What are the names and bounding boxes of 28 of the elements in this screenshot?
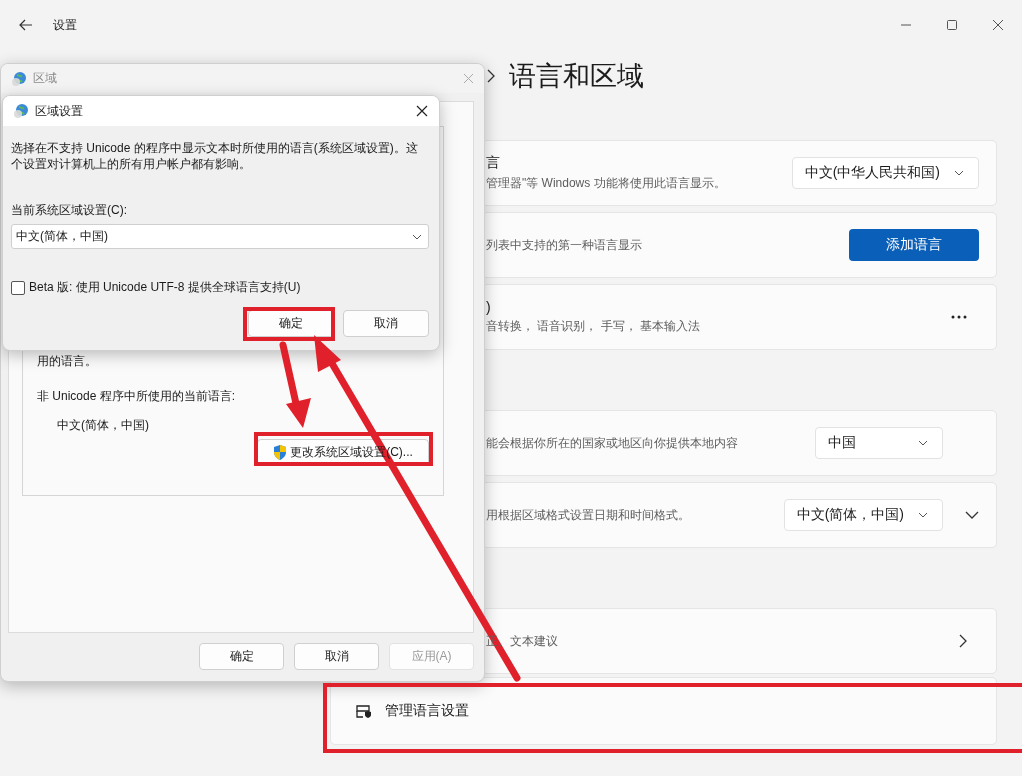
dialog-button[interactable]: 取消 [343, 310, 429, 337]
setting-title: 言 [486, 154, 501, 172]
checkbox-label: Beta 版: 使用 Unicode UTF-8 提供全球语言支持(U) [29, 279, 301, 296]
dropdown[interactable]: 中国 [815, 427, 943, 459]
dialog-title: 区域 [33, 70, 57, 87]
window-title: 设置 [53, 16, 77, 34]
add-language-button[interactable]: 添加语言 [849, 229, 979, 261]
select-label: 当前系统区域设置(C): [11, 202, 128, 219]
page-title: 语言和区域 [509, 60, 644, 93]
setting-description: 管理器"等 Windows 功能将使用此语言显示。 [486, 175, 727, 192]
panel-text: 用的语言。 [37, 353, 97, 370]
dialog-button[interactable]: 确定 [248, 310, 334, 337]
dialog-description: 选择在不支持 Unicode 的程序中显示文本时所使用的语言(系统区域设置)。这个设置对计算机上的所有用户帐户都有影响。 [11, 140, 419, 172]
dialog-button[interactable]: 取消 [294, 643, 379, 670]
setting-title: ) [486, 299, 492, 315]
dropdown[interactable]: 中文(中华人民共和国) [791, 157, 979, 189]
current-language-value: 中文(简体，中国) [57, 417, 149, 434]
settings-nav-card[interactable]: 管理语言设置 [330, 677, 997, 745]
setting-description: 列表中支持的第一种语言显示 [486, 236, 643, 254]
setting-description: 用根据区域格式设置日期和时间格式。 [486, 506, 691, 524]
setting-description: 能会根据你所在的国家或地区向你提供本地内容 [486, 434, 739, 452]
setting-description: 音转换， 语音识别， 手写， 基本输入法 [486, 318, 701, 335]
current-language-label: 非 Unicode 程序中所使用的当前语言: [37, 388, 236, 405]
dialog-button[interactable]: 确定 [199, 643, 284, 670]
locale-select[interactable]: 中文(简体，中国) [11, 224, 429, 249]
setting-title: 管理语言设置 [385, 702, 470, 720]
dropdown[interactable]: 中文(简体，中国) [783, 499, 943, 531]
dialog-title: 区域设置 [35, 102, 83, 120]
